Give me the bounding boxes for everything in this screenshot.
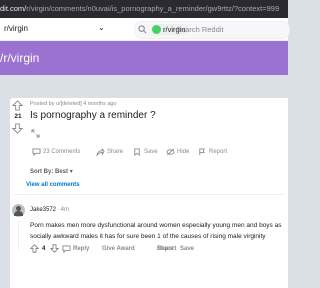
subreddit-icon	[152, 25, 161, 34]
report-label: Report	[157, 246, 177, 252]
search-placeholder: Search Reddit	[176, 25, 224, 34]
give-award-label: Give Award	[102, 246, 135, 252]
sort-dropdown[interactable]: Sort By: Best ▾	[30, 168, 73, 175]
report-label: Report	[209, 149, 228, 155]
post-title: Is pornography a reminder ?	[30, 110, 156, 121]
comment-vote-count: 4	[42, 246, 46, 252]
comment-author[interactable]: Jake3572	[30, 207, 56, 213]
post-vote-count: 21	[14, 113, 22, 120]
comment-body: Porn makes men more dysfunctional around…	[30, 220, 320, 242]
url-path: r/virgin/comments/n0uvai/is_pornography_…	[26, 4, 280, 13]
chevron-down-icon: ▾	[69, 169, 73, 175]
avatar-body	[14, 211, 23, 216]
downvote-icon[interactable]	[50, 244, 59, 253]
banner-title[interactable]: /r/virgin	[0, 51, 39, 65]
hide-icon	[166, 148, 175, 156]
comment-icon	[32, 148, 41, 156]
subreddit-dropdown-label[interactable]: r/virgin	[4, 24, 28, 33]
comment-timestamp: · 4m	[57, 207, 69, 213]
share-icon	[96, 148, 105, 156]
url-domain: dit.com/	[0, 4, 27, 13]
upvote-icon[interactable]	[12, 100, 23, 111]
share-label: Share	[107, 149, 124, 155]
chevron-down-icon[interactable]: ⌄	[98, 23, 105, 32]
flag-icon	[199, 148, 205, 156]
save-label: Save	[144, 149, 158, 155]
sort-label: Sort By: Best	[30, 169, 69, 175]
avatar[interactable]	[12, 204, 25, 217]
search-bar[interactable]: r/virgin Search Reddit	[134, 21, 290, 39]
search-icon	[138, 25, 147, 34]
browser-address-bar[interactable]: dit.com/r/virgin/comments/n0uvai/is_porn…	[0, 0, 288, 18]
subreddit-banner: /r/virgin	[0, 41, 288, 75]
upvote-icon[interactable]	[30, 244, 39, 253]
save-label: Save	[180, 246, 195, 252]
view-all-comments-link[interactable]: View all comments	[26, 182, 80, 188]
hide-label: Hide	[177, 149, 190, 155]
divider	[14, 194, 284, 195]
post-meta: Posted by u/[deleted] 4 months ago	[30, 101, 117, 107]
bookmark-icon	[134, 148, 140, 156]
reply-label: Reply	[73, 246, 90, 252]
comments-label: 23 Comments	[43, 149, 81, 155]
comment-line: socially awkward males it has for sure b…	[30, 233, 266, 240]
address-url[interactable]: dit.com/r/virgin/comments/n0uvai/is_porn…	[0, 0, 279, 18]
expand-icon[interactable]	[31, 129, 40, 138]
thread-line[interactable]	[18, 220, 19, 250]
post-card: 21 Posted by u/[deleted] 4 months ago Is…	[10, 98, 288, 288]
downvote-icon[interactable]	[12, 123, 23, 134]
comment-line: Porn makes men more dysfunctional around…	[30, 222, 282, 229]
comment-icon	[62, 245, 71, 253]
reddit-header: r/virgin ⌄ r/virgin Search Reddit	[0, 18, 290, 41]
